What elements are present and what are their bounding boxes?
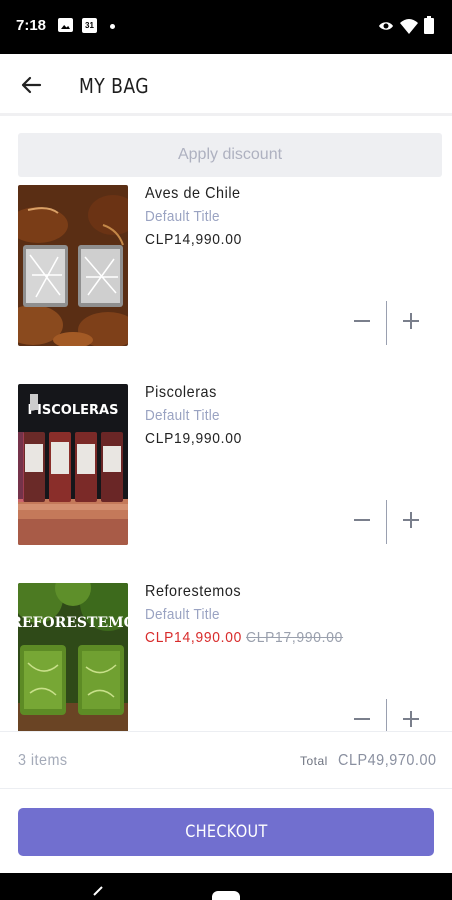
status-time: 7:18 [16, 17, 47, 34]
total-value: CLP49,970.00 [338, 752, 437, 769]
item-price: CLP14,990.00 [145, 231, 243, 248]
decrease-quantity-button[interactable] [350, 707, 374, 731]
total-label: Total [300, 754, 328, 768]
product-image-piscoleras[interactable]: PISCOLERAS [18, 384, 128, 545]
item-price: CLP19,990.00 [145, 430, 243, 447]
system-home-pill[interactable] [212, 891, 240, 900]
cart-item: REFORESTEMO Reforestemos Default Title C… [0, 579, 452, 731]
order-summary: 3 items Total CLP49,970.00 [0, 731, 452, 789]
item-compare-price: CLP17,990.00 [246, 629, 344, 646]
quantity-divider [386, 500, 387, 544]
decrease-quantity-button[interactable] [350, 508, 374, 532]
checkout-button[interactable]: CHECKOUT [18, 808, 434, 856]
item-sale-price: CLP14,990.00 [145, 629, 243, 646]
increase-quantity-button[interactable] [399, 309, 423, 333]
items-count: 3 items [18, 752, 68, 769]
cart-item: PISCOLERAS Piscoleras Default Title CLP1… [0, 380, 452, 570]
item-name: Reforestemos [145, 583, 242, 600]
increase-quantity-button[interactable] [399, 508, 423, 532]
decrease-quantity-button[interactable] [350, 309, 374, 333]
calendar-notification-icon: 31 [82, 18, 97, 33]
photo-notification-icon [58, 18, 73, 32]
page-title: MY BAG [79, 74, 149, 98]
system-nav-bar [0, 873, 452, 900]
item-name: Piscoleras [145, 384, 217, 401]
cart-item-list[interactable]: Aves de Chile Default Title CLP14,990.00 [0, 180, 452, 731]
item-variant: Default Title [145, 407, 220, 424]
more-notifications-icon [110, 24, 115, 29]
increase-quantity-button[interactable] [399, 707, 423, 731]
quantity-divider [386, 301, 387, 345]
product-image-aves-de-chile[interactable] [18, 185, 128, 346]
eye-icon [379, 22, 393, 30]
product-image-reforestemos[interactable]: REFORESTEMO [18, 583, 128, 731]
svg-text:PISCOLERAS: PISCOLERAS [28, 403, 119, 418]
app-header: MY BAG [0, 54, 452, 116]
item-variant: Default Title [145, 208, 220, 225]
cart-item: Aves de Chile Default Title CLP14,990.00 [0, 181, 452, 371]
status-bar: 7:18 31 [0, 0, 452, 54]
apply-discount-button[interactable]: Apply discount [18, 133, 442, 177]
quantity-divider [386, 699, 387, 731]
back-arrow-icon[interactable] [18, 72, 44, 98]
item-variant: Default Title [145, 606, 220, 623]
battery-icon [424, 16, 434, 34]
wifi-icon [400, 19, 418, 34]
svg-text:REFORESTEMO: REFORESTEMO [18, 615, 128, 631]
system-back-icon[interactable] [90, 885, 106, 899]
checkout-label: CHECKOUT [184, 822, 268, 842]
item-name: Aves de Chile [145, 185, 241, 202]
